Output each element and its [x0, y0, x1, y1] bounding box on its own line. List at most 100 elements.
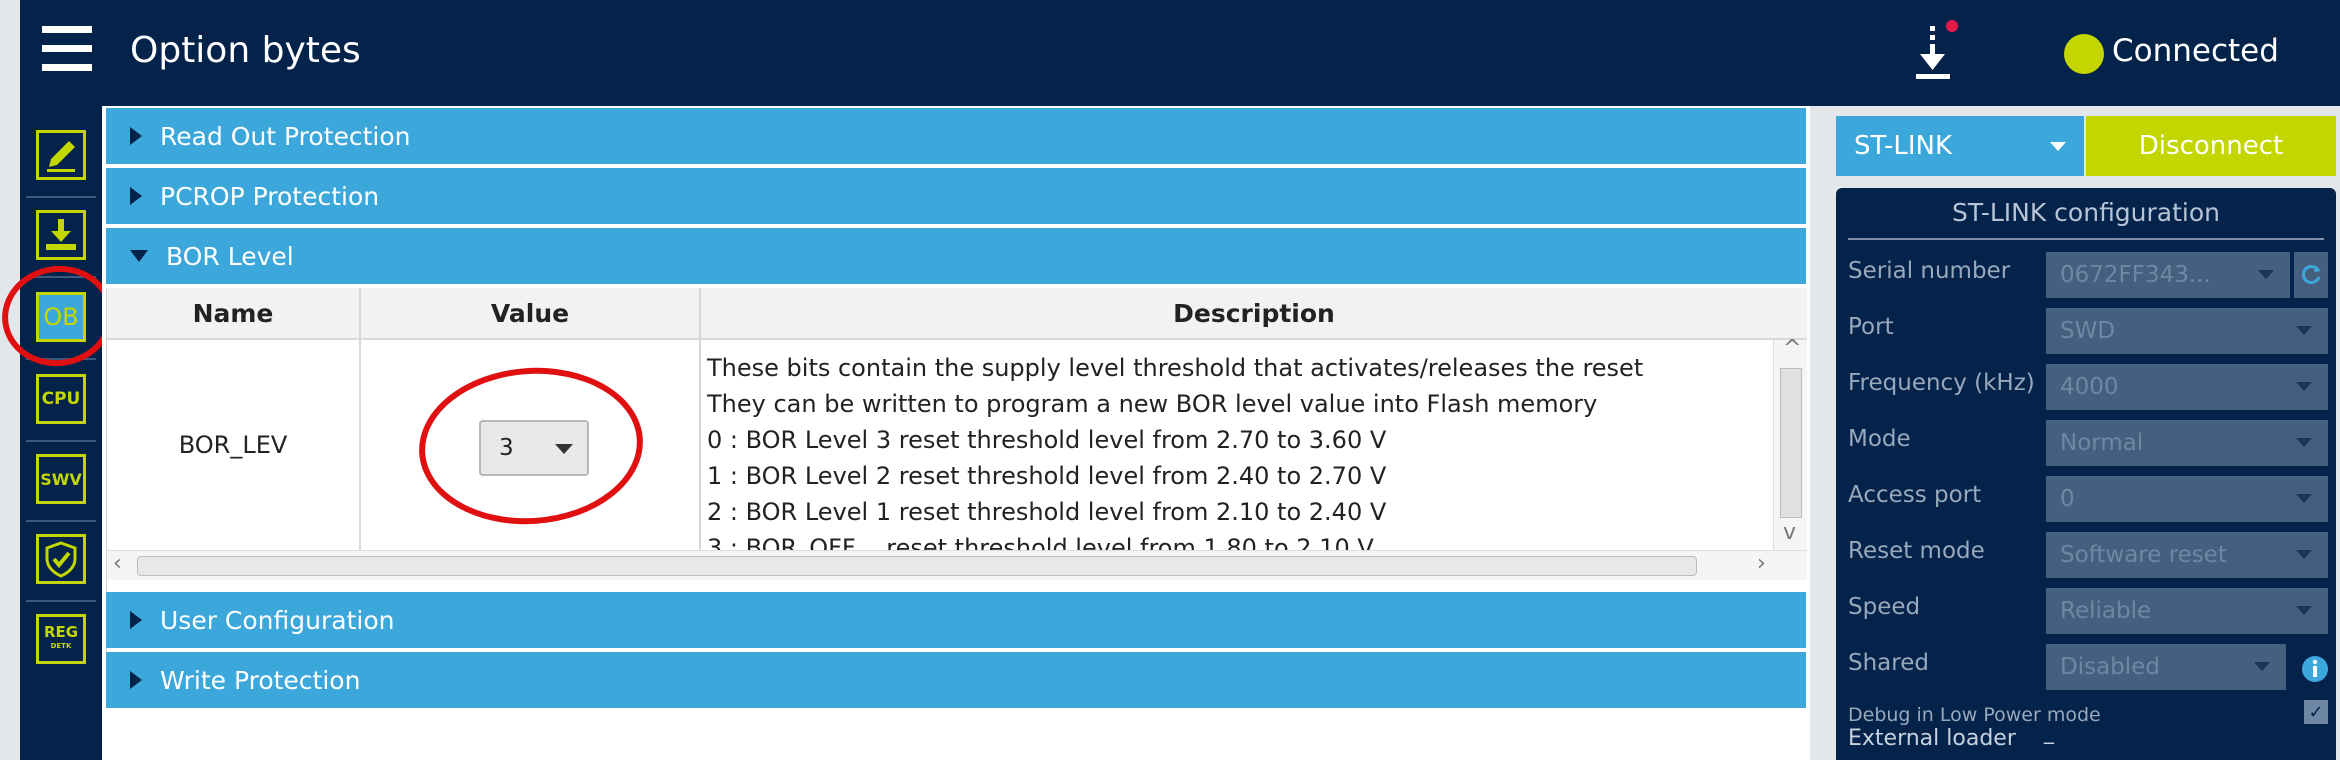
- swv-icon[interactable]: SWV: [36, 454, 86, 504]
- vertical-scrollbar[interactable]: ^ v: [1773, 336, 1807, 550]
- description-line: 1 : BOR Level 2 reset threshold level fr…: [707, 462, 1387, 490]
- window-edge: [0, 0, 20, 760]
- scrollbar-thumb[interactable]: [137, 556, 1697, 576]
- scroll-down-icon[interactable]: v: [1783, 520, 1796, 545]
- scroll-up-icon[interactable]: ^: [1783, 336, 1801, 361]
- section-label: Read Out Protection: [160, 121, 411, 151]
- chevron-down-icon: [2050, 142, 2066, 151]
- column-header-description: Description: [701, 288, 1807, 340]
- reset-mode-value: Software reset: [2060, 542, 2227, 568]
- chevron-down-icon: [2296, 494, 2312, 503]
- access-port-label: Access port: [1848, 482, 1982, 508]
- speed-select[interactable]: Reliable: [2046, 588, 2328, 634]
- page-title: Option bytes: [130, 30, 361, 71]
- shared-select[interactable]: Disabled: [2046, 644, 2286, 690]
- debug-low-power-checkbox[interactable]: ✓: [2304, 700, 2328, 724]
- connection-status-indicator: [2064, 34, 2104, 74]
- interface-selected-value: ST-LINK: [1854, 131, 1953, 161]
- port-value: SWD: [2060, 318, 2116, 344]
- refresh-icon[interactable]: [2294, 252, 2328, 298]
- speed-value: Reliable: [2060, 598, 2152, 624]
- chevron-down-icon: [2296, 606, 2312, 615]
- download-icon[interactable]: [36, 210, 86, 260]
- reset-mode-select[interactable]: Software reset: [2046, 532, 2328, 578]
- value-highlight-annotation: [413, 360, 649, 532]
- serial-number-select[interactable]: 0672FF343...: [2046, 252, 2290, 298]
- app-header: Option bytes Connected: [20, 0, 2340, 106]
- mode-value: Normal: [2060, 430, 2144, 456]
- mode-label: Mode: [1848, 426, 1911, 452]
- serial-number-value: 0672FF343...: [2060, 262, 2211, 288]
- section-pcrop-protection[interactable]: PCROP Protection: [106, 168, 1806, 224]
- security-shield-icon[interactable]: [36, 534, 86, 584]
- chevron-down-icon: [2258, 270, 2274, 279]
- scroll-right-icon[interactable]: ›: [1757, 551, 1766, 576]
- expand-arrow-icon: [130, 611, 142, 629]
- access-port-value: 0: [2060, 486, 2075, 512]
- description-line: They can be written to program a new BOR…: [707, 390, 1598, 418]
- shared-value: Disabled: [2060, 654, 2160, 680]
- connection-status-text: Connected: [2112, 33, 2279, 69]
- external-loader-label: External loader: [1848, 726, 2016, 751]
- column-header-name: Name: [107, 288, 361, 340]
- speed-label: Speed: [1848, 594, 1921, 620]
- frequency-label: Frequency (kHz): [1848, 370, 2035, 396]
- description-line: 2 : BOR Level 1 reset threshold level fr…: [707, 498, 1387, 526]
- expand-arrow-icon: [130, 127, 142, 145]
- panel-divider[interactable]: [1810, 106, 1822, 760]
- download-target-icon[interactable]: [1902, 18, 1972, 88]
- chevron-down-icon: [2296, 326, 2312, 335]
- reg-label: REG: [43, 623, 79, 641]
- info-icon[interactable]: [2300, 654, 2330, 688]
- frequency-value: 4000: [2060, 374, 2119, 400]
- column-header-value: Value: [361, 288, 701, 340]
- chevron-down-icon: [2254, 662, 2270, 671]
- horizontal-scrollbar[interactable]: ‹ ›: [107, 550, 1807, 580]
- interface-select[interactable]: ST-LINK: [1836, 116, 2084, 176]
- description-line: 0 : BOR Level 3 reset threshold level fr…: [707, 426, 1387, 454]
- external-loader-value: _: [2044, 720, 2054, 744]
- bor-lev-description: These bits contain the supply level thre…: [701, 340, 1773, 550]
- scroll-left-icon[interactable]: ‹: [113, 551, 122, 576]
- reg-sublabel: DETK: [50, 642, 72, 650]
- section-label: Write Protection: [160, 665, 361, 695]
- config-title: ST-LINK configuration: [1951, 198, 2221, 227]
- description-line: These bits contain the supply level thre…: [707, 354, 1644, 382]
- reset-mode-label: Reset mode: [1848, 538, 1985, 564]
- scrollbar-thumb[interactable]: [1780, 368, 1802, 518]
- section-read-out-protection[interactable]: Read Out Protection: [106, 108, 1806, 164]
- option-bytes-panel: Read Out Protection PCROP Protection BOR…: [102, 106, 1814, 760]
- section-bor-level[interactable]: BOR Level: [106, 228, 1806, 284]
- left-sidebar: OB CPU SWV REG DETK: [20, 106, 102, 760]
- expand-arrow-icon: [130, 187, 142, 205]
- serial-number-label: Serial number: [1848, 258, 2011, 284]
- chevron-down-icon: [2296, 438, 2312, 447]
- divider: [1848, 238, 2324, 240]
- port-select[interactable]: SWD: [2046, 308, 2328, 354]
- mode-select[interactable]: Normal: [2046, 420, 2328, 466]
- port-label: Port: [1848, 314, 1894, 340]
- description-line: 3 : BOR_OFF reset threshold level from 1…: [707, 534, 1374, 550]
- expand-arrow-icon: [130, 671, 142, 689]
- connection-panel: ST-LINK Disconnect ST-LINK configuration…: [1822, 106, 2340, 760]
- chevron-down-icon: [2296, 382, 2312, 391]
- debug-low-power-label: Debug in Low Power mode: [1848, 704, 2101, 726]
- section-label: BOR Level: [166, 241, 294, 271]
- shared-label: Shared: [1848, 650, 1929, 676]
- stlink-configuration: ST-LINK configuration Serial number 0672…: [1836, 188, 2336, 760]
- section-label: User Configuration: [160, 605, 395, 635]
- section-user-configuration[interactable]: User Configuration: [106, 592, 1806, 648]
- collapse-arrow-icon: [130, 250, 148, 262]
- bor-lev-value-cell: 3: [361, 340, 701, 550]
- bor-lev-name: BOR_LEV: [107, 340, 361, 550]
- reg-icon[interactable]: REG DETK: [36, 614, 86, 664]
- disconnect-button[interactable]: Disconnect: [2086, 116, 2336, 176]
- edit-icon[interactable]: [36, 130, 86, 180]
- frequency-select[interactable]: 4000: [2046, 364, 2328, 410]
- section-write-protection[interactable]: Write Protection: [106, 652, 1806, 708]
- section-label: PCROP Protection: [160, 181, 380, 211]
- hamburger-menu-icon[interactable]: [42, 26, 92, 72]
- chevron-down-icon: [2296, 550, 2312, 559]
- access-port-select[interactable]: 0: [2046, 476, 2328, 522]
- cpu-icon[interactable]: CPU: [36, 374, 86, 424]
